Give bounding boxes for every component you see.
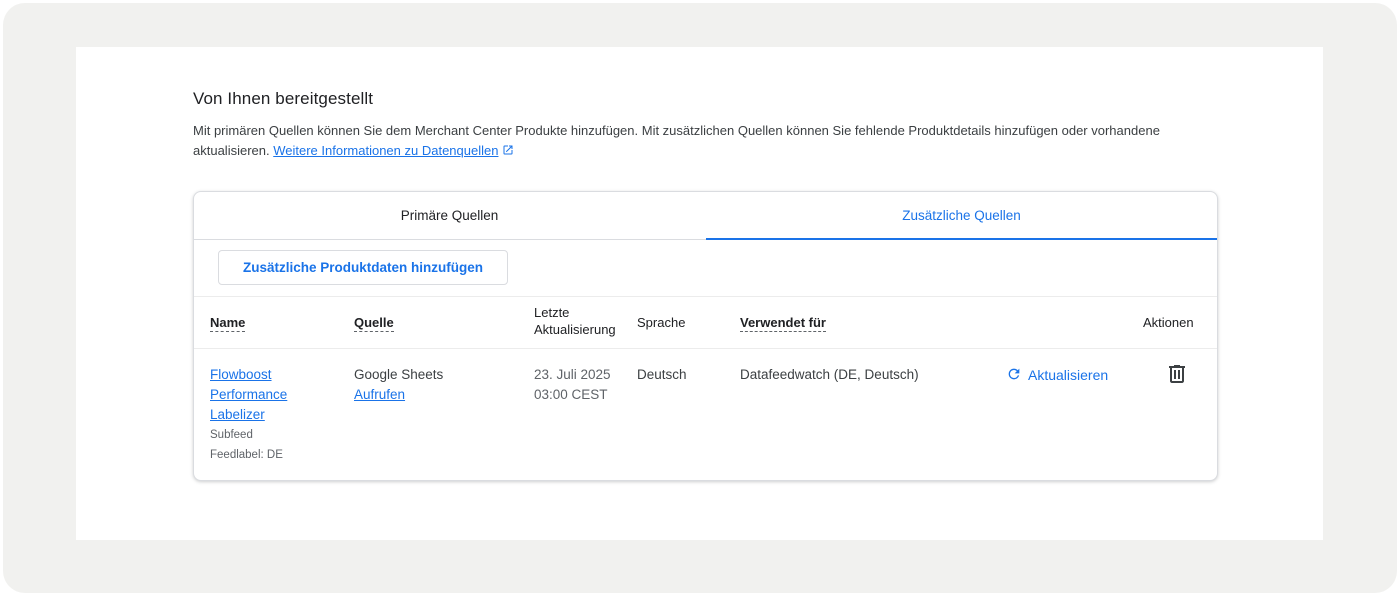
- tab-label: Primäre Quellen: [400, 208, 499, 223]
- cell-language: Deutsch: [637, 367, 687, 382]
- header-line: Letzte: [534, 305, 570, 320]
- tab-label: Zusätzliche Quellen: [902, 208, 1021, 223]
- outer-frame: Von Ihnen bereitgestellt Mit primären Qu…: [3, 3, 1397, 593]
- refresh-button[interactable]: Aktualisieren: [1006, 365, 1108, 385]
- column-header-language: Sprache: [637, 315, 686, 330]
- source-name-link-line1[interactable]: Flowboost: [210, 365, 320, 385]
- column-header-actions: Aktionen: [1143, 315, 1194, 330]
- tab-additional-sources[interactable]: Zusätzliche Quellen: [706, 192, 1217, 240]
- content-panel: Von Ihnen bereitgestellt Mit primären Qu…: [76, 47, 1323, 540]
- header-line: Aktualisierung: [534, 322, 616, 337]
- column-header-used-for[interactable]: Verwendet für: [740, 315, 826, 332]
- refresh-label: Aktualisieren: [1028, 367, 1109, 383]
- cell-source: Google Sheets Aufrufen: [354, 365, 443, 405]
- open-in-new-icon[interactable]: [502, 142, 514, 162]
- source-name-link-line2[interactable]: Performance: [210, 385, 320, 405]
- refresh-icon: [1006, 366, 1022, 385]
- source-name-link-line3[interactable]: Labelizer: [210, 405, 320, 425]
- tab-primary-sources[interactable]: Primäre Quellen: [194, 192, 705, 239]
- section-title: Von Ihnen bereitgestellt: [193, 89, 374, 108]
- source-type-name: Google Sheets: [354, 367, 444, 382]
- trash-icon[interactable]: [1165, 362, 1189, 386]
- section-description: Mit primären Quellen können Sie dem Merc…: [193, 121, 1203, 162]
- row-divider: [194, 348, 1217, 349]
- header-divider: [194, 296, 1217, 297]
- learn-more-link[interactable]: Weitere Informationen zu Datenquellen: [273, 143, 498, 158]
- source-tabs: Primäre Quellen Zusätzliche Quellen: [194, 192, 1217, 240]
- add-product-data-button[interactable]: Zusätzliche Produktdaten hinzufügen: [218, 250, 508, 285]
- cell-name: Flowboost Performance Labelizer Subfeed …: [210, 365, 320, 465]
- updated-date: 23. Juli 2025: [534, 367, 611, 382]
- column-header-last-updated: Letzte Aktualisierung: [534, 304, 627, 338]
- data-sources-card: Primäre Quellen Zusätzliche Quellen Zusä…: [193, 191, 1218, 481]
- cell-used-for: Datafeedwatch (DE, Deutsch): [740, 367, 919, 382]
- column-header-name[interactable]: Name: [210, 315, 246, 332]
- column-header-source[interactable]: Quelle: [354, 315, 394, 332]
- feed-label: Feedlabel: DE: [210, 449, 283, 461]
- open-source-link[interactable]: Aufrufen: [354, 387, 405, 402]
- cell-last-updated: 23. Juli 2025 03:00 CEST: [534, 365, 611, 405]
- active-tab-indicator: [706, 238, 1217, 240]
- updated-time: 03:00 CEST: [534, 387, 608, 402]
- source-type: Subfeed: [210, 429, 253, 441]
